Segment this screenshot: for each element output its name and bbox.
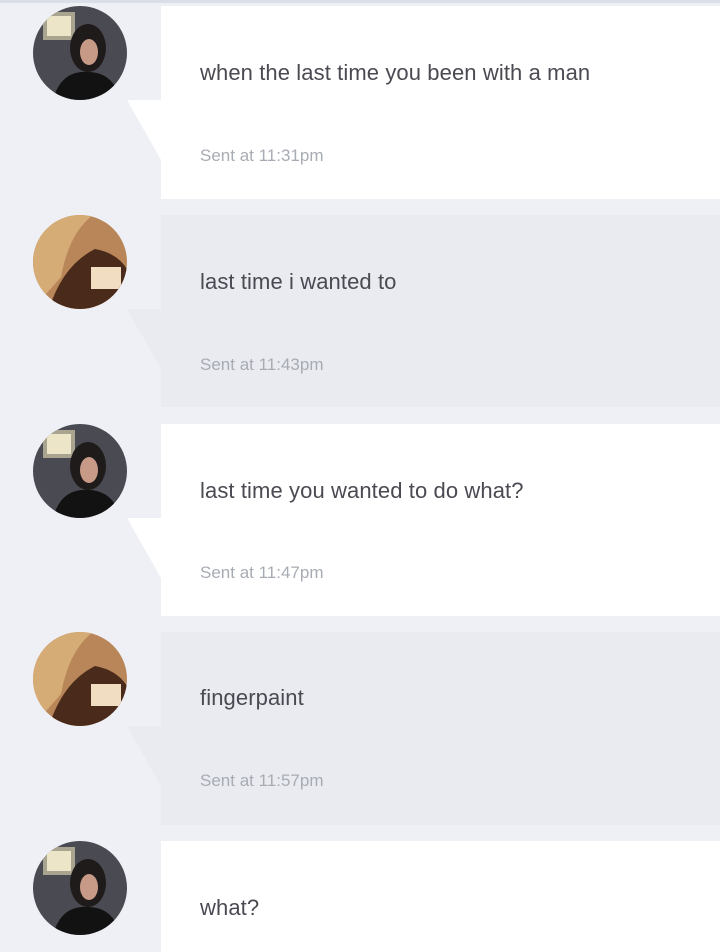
message-text: when the last time you been with a man [200,60,591,85]
message-text: what? [200,895,260,920]
message-timestamp: Sent at 11:31pm [200,146,324,165]
avatar-man-photo-icon[interactable] [33,6,127,100]
message-tail [127,518,161,578]
message-text: last time i wanted to [200,269,397,294]
message-tail [127,726,161,786]
avatar-man-photo-icon[interactable] [33,841,127,935]
message-4: fingerpaint Sent at 11:57pm [0,632,720,825]
message-bubble: last time i wanted to Sent at 11:43pm [161,215,720,407]
message-timestamp: Sent at 11:57pm [200,771,324,790]
message-tail [127,100,161,160]
avatar-man-photo-icon[interactable] [33,424,127,518]
message-bubble: what? [161,841,720,952]
message-bubble: fingerpaint Sent at 11:57pm [161,632,720,825]
message-1: when the last time you been with a man S… [0,6,720,199]
avatar-woman-photo-icon[interactable] [33,215,127,309]
message-5: what? [0,841,720,952]
message-2: last time i wanted to Sent at 11:43pm [0,215,720,407]
message-bubble: when the last time you been with a man S… [161,6,720,199]
message-timestamp: Sent at 11:43pm [200,355,324,374]
message-3: last time you wanted to do what? Sent at… [0,424,720,616]
avatar-woman-photo-icon[interactable] [33,632,127,726]
message-text: last time you wanted to do what? [200,478,524,503]
message-timestamp: Sent at 11:47pm [200,563,324,582]
message-thread: when the last time you been with a man S… [0,0,720,952]
message-bubble: last time you wanted to do what? Sent at… [161,424,720,616]
message-tail [127,935,161,952]
message-text: fingerpaint [200,685,304,710]
message-tail [127,309,161,369]
